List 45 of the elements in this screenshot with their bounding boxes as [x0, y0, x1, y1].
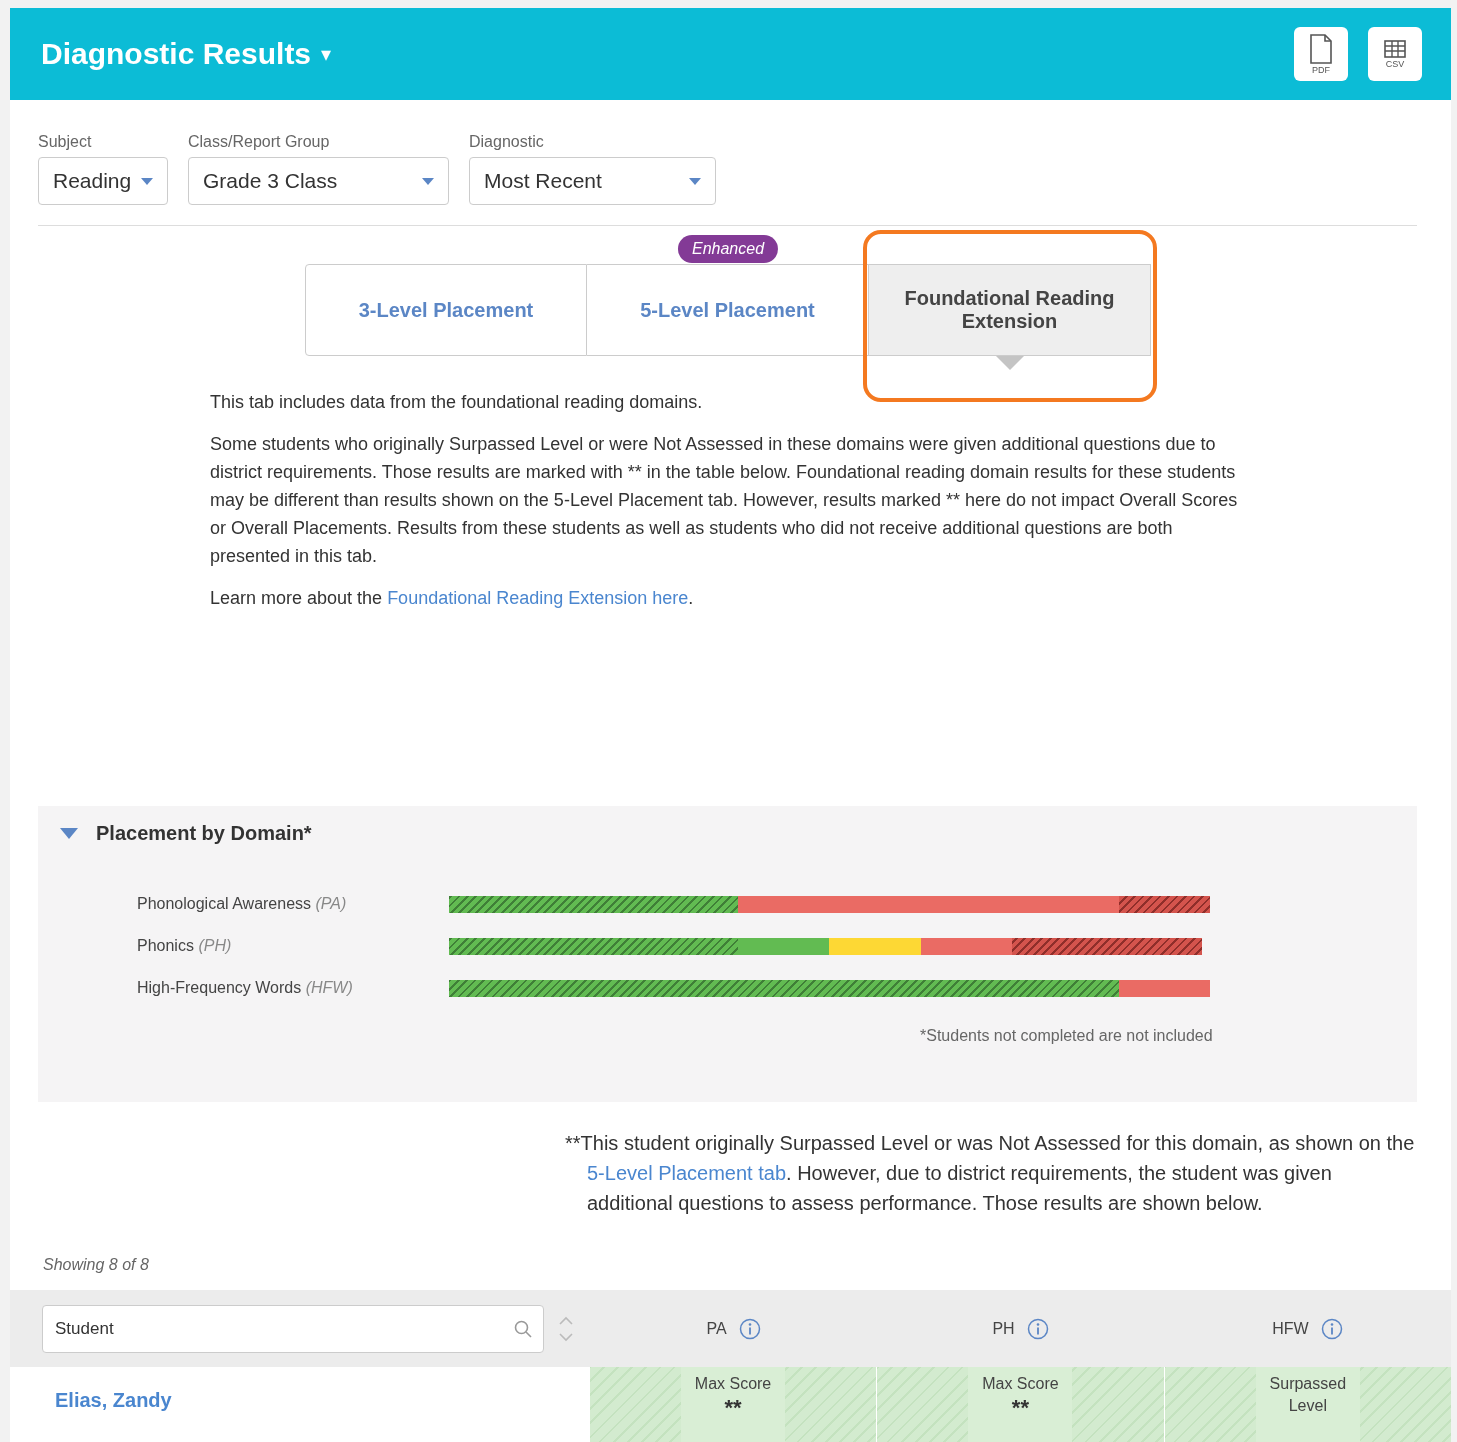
column-header[interactable]: HFW [1272, 1319, 1309, 1338]
tab[interactable]: 3-Level Placement [305, 264, 587, 356]
csv-export-button[interactable]: CSV [1368, 27, 1422, 81]
link[interactable]: Foundational Reading Extension here [387, 588, 689, 608]
info-icon[interactable] [1026, 1317, 1049, 1340]
table-icon [1384, 39, 1406, 58]
filter-label: Diagnostic [469, 133, 545, 151]
dropdown[interactable]: Reading [38, 157, 168, 205]
dropdown[interactable]: Most Recent [469, 157, 716, 205]
footnote: **This student originally Surpassed Level or was Not Assessed for this domain, as shown on the 5-Level Placement tab. However, due to district requirements, the student was given additional questions to assess performance. Those results are shown below. [565, 1131, 1416, 1216]
info-icon[interactable] [738, 1317, 761, 1340]
paragraph: Some students who originally Surpassed Level or were Not Assessed in these domains were given additional questions due to district requirements. Those results are marked with ** in the table below. Foundational reading domain results for these students may be different than results shown on the 5-Level Placement tab. However, results marked ** here do not impact Overall Scores or Overall Placements. Results from these students as well as students who did not receive additional questions are both presented in this tab. [210, 433, 1239, 568]
paragraph: This tab includes data from the foundational reading domains. [210, 391, 704, 414]
tab[interactable]: Foundational Reading Extension [869, 264, 1151, 356]
column-header[interactable]: PH [992, 1319, 1015, 1338]
pointer-icon [996, 356, 1024, 370]
column-header[interactable]: PA [706, 1319, 727, 1338]
note: *Students not completed are not included [920, 1027, 1214, 1045]
search-icon [514, 1319, 532, 1338]
filter-label: Subject [38, 133, 93, 151]
cell-text: ** [724, 1395, 742, 1421]
caret-icon [141, 177, 153, 185]
result-count: Showing 8 of 8 [42, 1256, 150, 1275]
enhanced-badge: Enhanced [677, 235, 779, 263]
cell-text: Max Score [982, 1374, 1059, 1394]
link[interactable]: 5-Level Placement tab [587, 1162, 786, 1184]
panel-title: Placement by Domain* [96, 822, 312, 845]
sort-icon[interactable] [558, 1314, 574, 1343]
dropdown[interactable]: Grade 3 Class [188, 157, 449, 205]
pdf-export-button[interactable]: PDF [1294, 27, 1348, 81]
domain-label: High-Frequency Words (HFW) [137, 979, 354, 997]
collapse-icon[interactable] [60, 828, 78, 839]
domain-label: Phonological Awareness (PA) [137, 895, 348, 913]
paragraph: Learn more about the Foundational Reading Extension here. [210, 587, 695, 610]
domain-label: Phonics (PH) [137, 937, 233, 955]
cell-text: ** [1011, 1395, 1029, 1421]
caret-icon [422, 177, 434, 185]
student-link[interactable]: Elias, Zandy [55, 1389, 172, 1412]
student-search-field[interactable]: Student [42, 1304, 544, 1353]
cell-text: Max Score [694, 1374, 772, 1394]
caret-icon [689, 177, 701, 185]
cell-text: Surpassed Level [1268, 1374, 1348, 1416]
document-icon [1308, 33, 1334, 64]
info-icon[interactable] [1320, 1317, 1343, 1340]
filter-label: Class/Report Group [188, 133, 331, 151]
